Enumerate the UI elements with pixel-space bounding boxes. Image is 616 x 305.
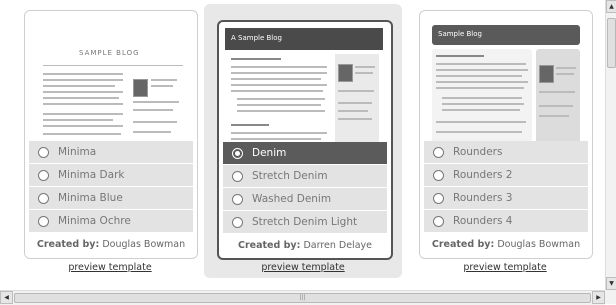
avatar: [539, 65, 554, 83]
credit-name: Darren Delaye: [303, 240, 372, 251]
template-option-rounders-2[interactable]: Rounders 2: [424, 164, 588, 186]
template-thumbnail[interactable]: Sample Blog: [428, 21, 584, 147]
template-options: Minima Minima Dark Minima Blue Minima Oc…: [29, 141, 193, 233]
radio-icon[interactable]: [38, 192, 49, 204]
thumbnail-blog-title: SAMPLE BLOG: [79, 49, 140, 57]
preview-template-link[interactable]: preview template: [450, 262, 560, 273]
option-label: Rounders 2: [453, 169, 513, 181]
thumbnail-blog-title: Sample Blog: [438, 30, 482, 38]
template-credit: Created by: Douglas Bowman: [25, 239, 197, 250]
option-label: Minima Dark: [58, 169, 125, 181]
template-option-rounders[interactable]: Rounders: [424, 141, 588, 163]
template-options: Denim Stretch Denim Washed Denim Stretch…: [223, 142, 387, 234]
option-label: Rounders: [453, 146, 503, 158]
template-credit: Created by: Darren Delaye: [219, 240, 391, 251]
template-option-rounders-3[interactable]: Rounders 3: [424, 187, 588, 209]
radio-icon[interactable]: [433, 215, 444, 227]
credit-label: Created by:: [238, 240, 301, 251]
avatar: [133, 79, 148, 97]
template-thumbnail[interactable]: SAMPLE BLOG: [33, 21, 189, 147]
preview-template-link[interactable]: preview template: [248, 262, 358, 273]
template-card-rounders[interactable]: Sample Blog Rounders Rounders 2 Rounders…: [419, 10, 593, 259]
template-option-minima[interactable]: Minima: [29, 141, 193, 163]
template-card-minima[interactable]: SAMPLE BLOG Minima Minima Dark Minima Bl…: [24, 10, 198, 259]
preview-template-link[interactable]: preview template: [55, 262, 165, 273]
template-credit: Created by: Douglas Bowman: [420, 239, 592, 250]
template-thumbnail[interactable]: A Sample Blog: [225, 28, 383, 146]
option-label: Minima Ochre: [58, 215, 131, 227]
radio-icon[interactable]: [433, 146, 444, 158]
radio-icon[interactable]: [232, 193, 243, 205]
scroll-up-icon[interactable]: ▲: [606, 0, 616, 13]
vertical-scrollbar[interactable]: ▲ ▼: [605, 0, 616, 290]
scroll-left-icon[interactable]: ◀: [0, 291, 13, 304]
option-label: Stretch Denim Light: [252, 216, 358, 228]
horizontal-scrollbar[interactable]: ◀ ||| ▶: [0, 290, 605, 305]
option-label: Minima Blue: [58, 192, 123, 204]
option-label: Minima: [58, 146, 97, 158]
radio-icon[interactable]: [232, 170, 243, 182]
option-label: Stretch Denim: [252, 170, 328, 182]
vertical-scroll-thumb[interactable]: [607, 18, 616, 68]
option-label: Washed Denim: [252, 193, 332, 205]
template-option-minima-ochre[interactable]: Minima Ochre: [29, 210, 193, 232]
template-option-washed-denim[interactable]: Washed Denim: [223, 188, 387, 210]
radio-icon[interactable]: [433, 192, 444, 204]
template-option-minima-blue[interactable]: Minima Blue: [29, 187, 193, 209]
template-option-rounders-4[interactable]: Rounders 4: [424, 210, 588, 232]
grip-icon: |||: [299, 294, 306, 301]
template-option-stretch-denim-light[interactable]: Stretch Denim Light: [223, 211, 387, 233]
credit-name: Douglas Bowman: [102, 239, 186, 250]
template-options: Rounders Rounders 2 Rounders 3 Rounders …: [424, 141, 588, 233]
template-option-stretch-denim[interactable]: Stretch Denim: [223, 165, 387, 187]
option-label: Denim: [252, 147, 287, 159]
credit-label: Created by:: [36, 239, 100, 250]
template-option-denim[interactable]: Denim: [223, 142, 387, 164]
radio-selected-icon[interactable]: [232, 147, 243, 159]
radio-icon[interactable]: [38, 169, 49, 181]
template-option-minima-dark[interactable]: Minima Dark: [29, 164, 193, 186]
credit-name: Douglas Bowman: [497, 239, 581, 250]
radio-icon[interactable]: [38, 215, 49, 227]
option-label: Rounders 3: [453, 192, 513, 204]
horizontal-scroll-thumb[interactable]: |||: [14, 293, 591, 303]
radio-icon[interactable]: [38, 146, 49, 158]
radio-icon[interactable]: [232, 216, 243, 228]
credit-label: Created by:: [431, 239, 495, 250]
template-card-denim[interactable]: A Sample Blog Denim Stretch Denim Washed…: [217, 20, 393, 260]
radio-icon[interactable]: [433, 169, 444, 181]
scroll-down-icon[interactable]: ▼: [606, 277, 616, 290]
scrollbar-corner: [605, 290, 616, 304]
avatar: [338, 64, 353, 82]
template-gallery: SAMPLE BLOG Minima Minima Dark Minima Bl…: [0, 0, 605, 290]
scroll-right-icon[interactable]: ▶: [592, 291, 605, 304]
thumbnail-blog-title: A Sample Blog: [231, 34, 282, 42]
option-label: Rounders 4: [453, 215, 513, 227]
